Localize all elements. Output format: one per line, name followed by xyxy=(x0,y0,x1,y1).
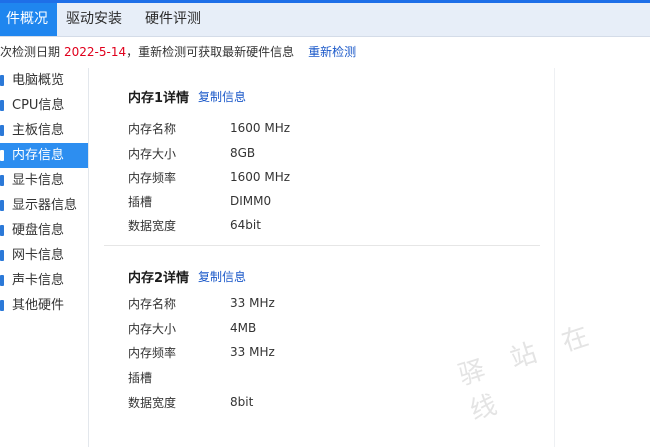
sidebar-item-label: 显示器信息 xyxy=(12,198,78,213)
sidebar-item-network-card[interactable]: 网卡信息 xyxy=(0,243,88,268)
memory-2-slot-label: 插槽 xyxy=(128,371,153,385)
hardware-sidebar: 电脑概览 CPU信息 主板信息 内存信息 显卡信息 显示器信息 硬盘信息 网卡信… xyxy=(0,68,89,447)
memory-2-size-value: 4MB xyxy=(230,321,257,335)
sidebar-item-label: 网卡信息 xyxy=(12,248,65,263)
memory-2-name-label: 内存名称 xyxy=(128,297,177,311)
memory-2-copy-button[interactable]: 复制信息 xyxy=(198,268,246,285)
memory-1-frequency-value: 1600 MHz xyxy=(230,170,291,184)
memory-1-size-value: 8GB xyxy=(230,146,256,160)
sidebar-item-label: CPU信息 xyxy=(12,98,65,113)
other-hardware-icon xyxy=(0,300,4,311)
last-check-label: 次检测日期 xyxy=(0,45,61,59)
recheck-link[interactable]: 重新检测 xyxy=(308,45,356,59)
memory-1-width-label: 数据宽度 xyxy=(128,219,177,233)
sidebar-item-label: 电脑概览 xyxy=(12,73,65,88)
sidebar-item-label: 声卡信息 xyxy=(12,273,65,288)
sidebar-item-gpu[interactable]: 显卡信息 xyxy=(0,168,88,193)
memory-2-frequency-label: 内存频率 xyxy=(128,346,177,360)
network-card-icon xyxy=(0,250,4,261)
memory-2-width-label: 数据宽度 xyxy=(128,396,177,410)
memory-1-name-value: 1600 MHz xyxy=(230,121,291,135)
memory-1-slot-label: 插槽 xyxy=(128,195,153,209)
memory-1-width-value: 64bit xyxy=(230,218,261,232)
tab-hardware-benchmark[interactable]: 硬件评测 xyxy=(136,3,210,36)
tab-driver-install[interactable]: 驱动安装 xyxy=(57,3,131,36)
tab-hardware-overview[interactable]: 件概况 xyxy=(0,3,57,36)
last-check-date: 2022-5-14 xyxy=(64,45,127,59)
monitor-icon xyxy=(0,200,4,211)
gpu-icon xyxy=(0,175,4,186)
cpu-icon xyxy=(0,100,4,111)
memory-2-width-value: 8bit xyxy=(230,395,254,409)
memory-1-slot-value: DIMM0 xyxy=(230,194,272,208)
sidebar-item-other-hardware[interactable]: 其他硬件 xyxy=(0,293,88,318)
sidebar-item-sound-card[interactable]: 声卡信息 xyxy=(0,268,88,293)
memory-1-title: 内存1详情 xyxy=(128,91,190,106)
sidebar-item-cpu[interactable]: CPU信息 xyxy=(0,93,88,118)
sidebar-item-pc-overview[interactable]: 电脑概览 xyxy=(0,68,88,93)
memory-2-size-label: 内存大小 xyxy=(128,322,177,336)
sidebar-item-disk[interactable]: 硬盘信息 xyxy=(0,218,88,243)
memory-icon xyxy=(0,150,4,161)
sidebar-item-memory[interactable]: 内存信息 xyxy=(0,143,88,168)
sidebar-item-motherboard[interactable]: 主板信息 xyxy=(0,118,88,143)
sidebar-item-label: 硬盘信息 xyxy=(12,223,65,238)
memory-1-size-label: 内存大小 xyxy=(128,147,177,161)
memory-2-frequency-value: 33 MHz xyxy=(230,345,275,359)
sound-card-icon xyxy=(0,275,4,286)
memory-2-name-value: 33 MHz xyxy=(230,296,275,310)
sidebar-item-monitor[interactable]: 显示器信息 xyxy=(0,193,88,218)
memory-2-title: 内存2详情 xyxy=(128,271,190,286)
memory-1-name-label: 内存名称 xyxy=(128,122,177,136)
sidebar-item-label: 主板信息 xyxy=(12,123,65,138)
detection-info-bar: 次检测日期 2022-5-14，重新检测可获取最新硬件信息 重新检测 xyxy=(0,37,650,68)
section-divider xyxy=(104,245,540,246)
recheck-hint: ，重新检测可获取最新硬件信息 xyxy=(126,45,295,59)
sidebar-item-label: 其他硬件 xyxy=(12,298,65,313)
sidebar-item-label: 内存信息 xyxy=(12,148,65,163)
computer-icon xyxy=(0,75,4,86)
motherboard-icon xyxy=(0,125,4,136)
main-tab-bar: 件概况 驱动安装 硬件评测 xyxy=(0,3,650,37)
memory-1-copy-button[interactable]: 复制信息 xyxy=(198,88,246,105)
sidebar-item-label: 显卡信息 xyxy=(12,173,65,188)
disk-icon xyxy=(0,225,4,236)
memory-1-frequency-label: 内存频率 xyxy=(128,171,177,185)
